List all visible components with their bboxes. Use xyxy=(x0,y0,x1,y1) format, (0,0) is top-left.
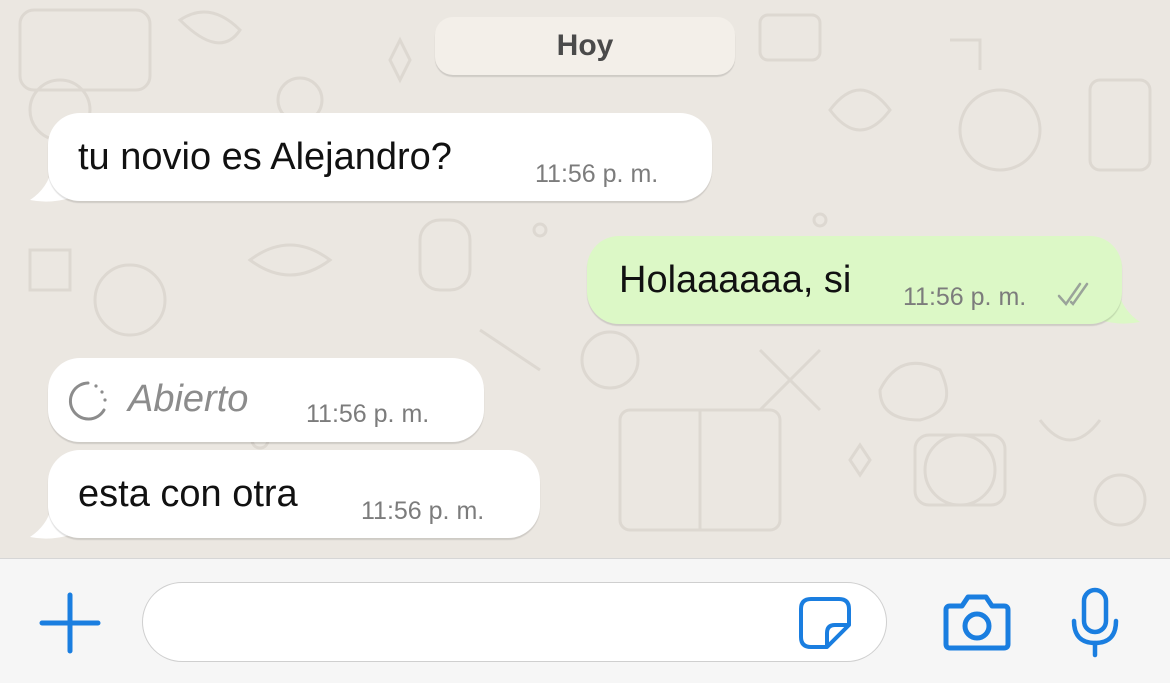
message-bubble-incoming[interactable]: tu novio es Alejandro? 11:56 p. m. xyxy=(48,113,712,201)
sticker-button[interactable] xyxy=(795,593,855,653)
date-divider-label: Hoy xyxy=(556,29,614,62)
sticker-icon xyxy=(799,597,851,649)
message-input[interactable] xyxy=(142,582,887,662)
attach-button[interactable] xyxy=(34,587,106,659)
microphone-button[interactable] xyxy=(1065,587,1125,659)
view-once-label: Abierto xyxy=(128,378,249,420)
view-once-message-bubble[interactable]: Abierto 11:56 p. m. xyxy=(48,358,484,442)
camera-icon xyxy=(943,594,1011,651)
message-input-bar xyxy=(0,558,1170,683)
message-time: 11:56 p. m. xyxy=(903,283,1027,311)
message-text: esta con otra xyxy=(78,473,298,515)
microphone-icon xyxy=(1071,587,1119,658)
date-divider: Hoy xyxy=(435,17,735,75)
message-bubble-incoming[interactable]: esta con otra 11:56 p. m. xyxy=(48,450,540,538)
plus-icon xyxy=(39,592,101,654)
chat-background: Hoy tu novio es Alejandro? 11:56 p. m. H… xyxy=(0,0,1170,558)
message-bubble-outgoing[interactable]: Holaaaaaa, si 11:56 p. m. xyxy=(587,236,1122,324)
message-time: 11:56 p. m. xyxy=(306,400,430,428)
message-time: 11:56 p. m. xyxy=(361,497,485,525)
message-text: Holaaaaaa, si xyxy=(619,259,852,301)
camera-button[interactable] xyxy=(940,587,1014,657)
message-time: 11:56 p. m. xyxy=(535,160,659,188)
read-double-check-icon xyxy=(1057,282,1089,307)
message-text: tu novio es Alejandro? xyxy=(78,136,452,178)
view-once-opened-icon xyxy=(68,381,107,421)
